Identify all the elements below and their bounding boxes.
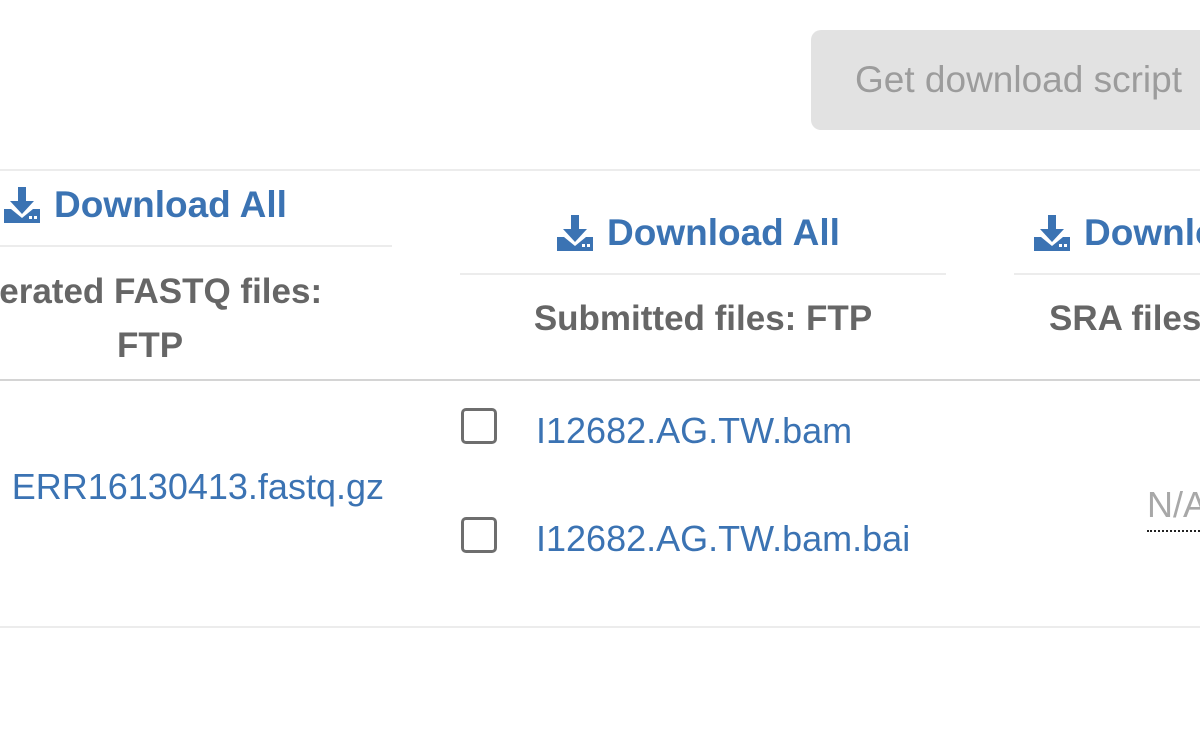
download-all-label: Download All [54,184,287,225]
get-download-script-button[interactable]: Get download script [811,30,1200,130]
download-icon [555,213,595,253]
column-1-divider [0,245,392,247]
download-all-submitted-button[interactable]: Download All [555,209,840,257]
download-all-fastq-button[interactable]: Download All [2,181,287,229]
file-checkbox[interactable] [461,517,497,553]
header-divider [0,379,1200,381]
submitted-file-link[interactable]: I12682.AG.TW.bam [536,410,852,452]
column-header-fastq: nerated FASTQ files: FTP [0,265,390,373]
column-header-submitted: Submitted files: FTP [533,299,873,338]
table-bottom-divider [0,626,1200,628]
fastq-file-link[interactable]: ERR16130413.fastq.gz [12,466,384,508]
submitted-file-link[interactable]: I12682.AG.TW.bam.bai [536,518,910,560]
download-all-label: Download All [1084,212,1200,253]
sra-not-available: N/A [1147,484,1200,532]
column-header-fastq-line2: FTP [116,326,184,365]
download-icon [1032,213,1072,253]
column-header-fastq-line1: nerated FASTQ files: [0,272,323,311]
files-panel: Get download script Download All Downloa… [0,0,1200,731]
top-divider [0,169,1200,171]
column-header-sra: SRA files [1049,299,1200,338]
download-all-label: Download All [607,212,840,253]
column-3-divider [1014,273,1200,275]
download-icon [2,185,42,225]
download-all-sra-button[interactable]: Download All [1032,209,1200,257]
column-2-divider [460,273,946,275]
file-checkbox[interactable] [461,408,497,444]
